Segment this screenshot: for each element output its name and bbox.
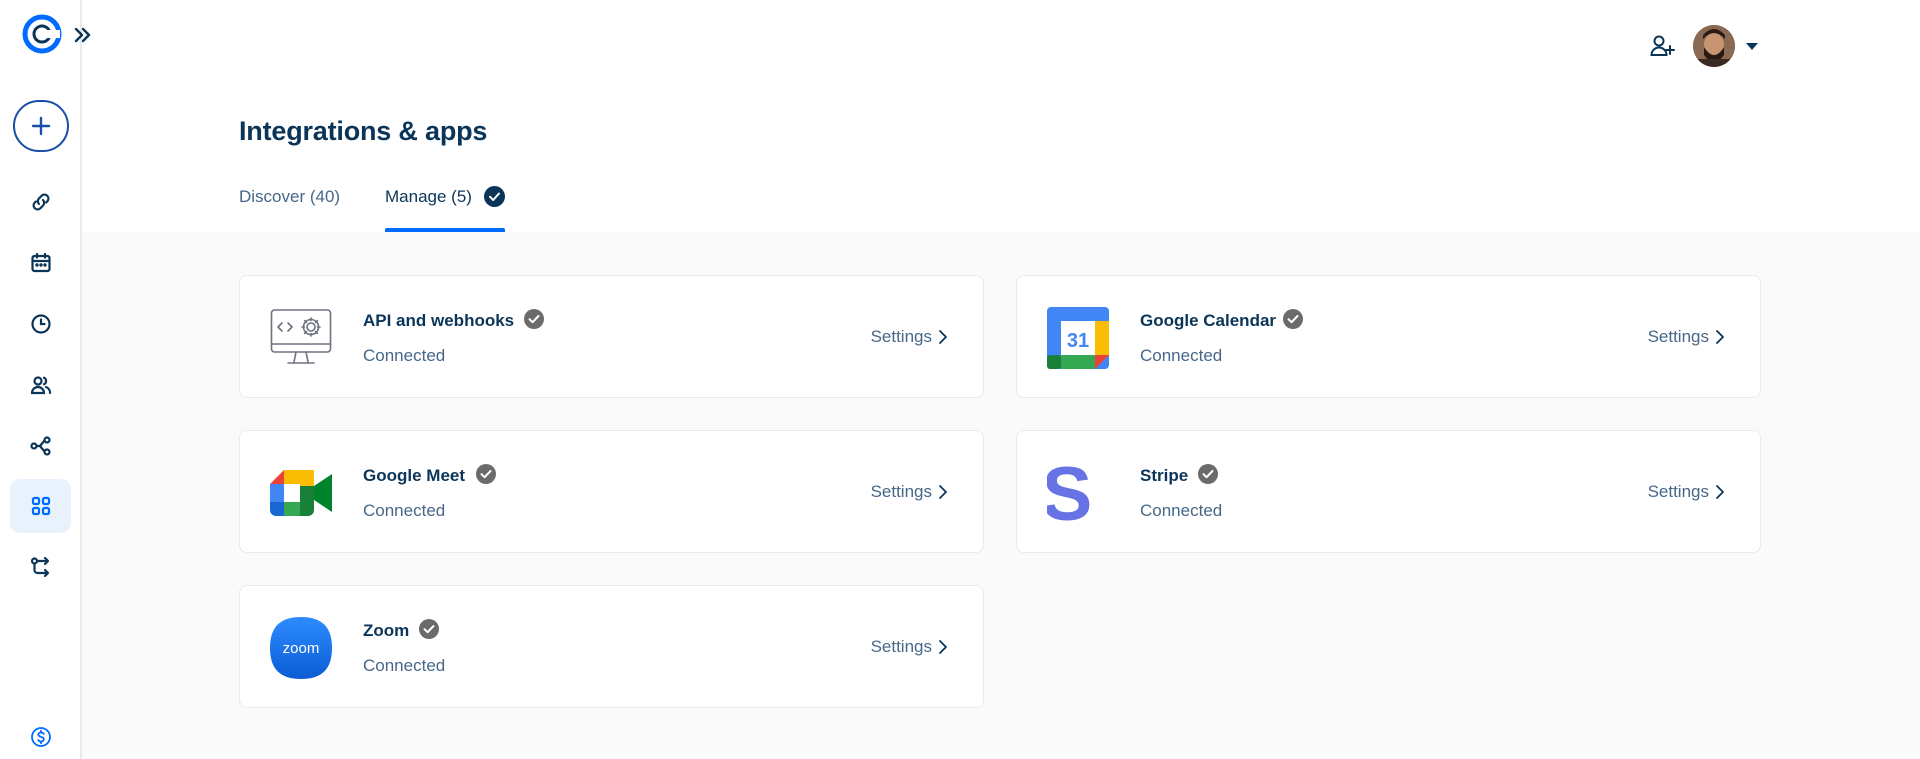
settings-link[interactable]: Settings (871, 327, 948, 347)
settings-link[interactable]: Settings (1648, 482, 1725, 502)
sidebar-item-integrations[interactable] (10, 479, 71, 533)
chevron-right-icon (939, 330, 947, 344)
settings-label: Settings (870, 637, 932, 656)
settings-link[interactable]: Settings (871, 637, 948, 657)
active-tab-indicator (385, 228, 505, 232)
integration-card-stripe[interactable]: S Stripe Connected Settings (1016, 430, 1761, 553)
sidebar-item-billing[interactable] (10, 710, 71, 759)
page-title: Integrations & apps (239, 116, 488, 146)
sidebar-item-meetings[interactable] (10, 236, 71, 290)
sidebar-item-availability[interactable] (10, 297, 71, 351)
integration-card-zoom[interactable]: zoom Zoom Connected Settings (239, 585, 984, 708)
calendar-icon (30, 252, 51, 273)
plus-icon (31, 116, 51, 136)
link-icon (32, 193, 49, 211)
integration-status: Connected (363, 656, 446, 675)
verified-check-icon (419, 619, 439, 639)
verified-check-icon (524, 309, 544, 329)
integration-name: Stripe (1140, 466, 1189, 485)
chevron-right-icon (1716, 485, 1724, 499)
integration-card-google-calendar[interactable]: 31 Google Calendar Connected Settings (1016, 275, 1761, 398)
settings-label: Settings (870, 327, 932, 346)
integration-status: Connected (1140, 346, 1223, 365)
create-button[interactable] (13, 100, 69, 152)
sidebar-item-routing[interactable] (10, 540, 71, 594)
calendar-date-text: 31 (1067, 330, 1089, 352)
sidebar (0, 0, 82, 759)
tab-manage[interactable]: Manage (5) (385, 187, 472, 207)
integration-name: Google Calendar (1140, 311, 1277, 330)
zoom-icon: zoom (270, 617, 332, 679)
tab-discover[interactable]: Discover (40) (239, 187, 340, 207)
stripe-letter: S (1047, 462, 1092, 524)
integration-name: API and webhooks (363, 311, 515, 330)
user-photo-icon (1693, 25, 1735, 67)
integration-status: Connected (363, 501, 446, 520)
sidebar-item-workflows[interactable] (10, 419, 71, 473)
workflow-icon (29, 436, 51, 456)
settings-label: Settings (1647, 482, 1709, 501)
check-circle-icon (484, 186, 505, 207)
verified-check-icon (476, 464, 496, 484)
apps-grid-icon (31, 496, 50, 516)
verified-check-icon (1283, 309, 1303, 329)
sidebar-item-scheduling[interactable] (10, 175, 71, 229)
chevron-down-icon[interactable] (1745, 40, 1759, 52)
settings-label: Settings (870, 482, 932, 501)
settings-link[interactable]: Settings (1648, 327, 1725, 347)
integration-status: Connected (1140, 501, 1223, 520)
avatar[interactable] (1693, 25, 1735, 67)
settings-label: Settings (1647, 327, 1709, 346)
zoom-wordmark: zoom (283, 640, 320, 657)
chevron-right-icon (1716, 330, 1724, 344)
people-icon (30, 376, 51, 395)
add-user-icon[interactable] (1648, 32, 1676, 60)
integration-name: Google Meet (363, 466, 466, 485)
integration-card-api-webhooks[interactable]: API and webhooks Connected Settings (239, 275, 984, 398)
routing-icon (30, 556, 49, 578)
chevron-right-icon (939, 485, 947, 499)
expand-sidebar-icon[interactable] (72, 24, 94, 46)
settings-link[interactable]: Settings (871, 482, 948, 502)
integration-card-google-meet[interactable]: Google Meet Connected Settings (239, 430, 984, 553)
chevron-right-icon (939, 640, 947, 654)
stripe-icon: S (1047, 462, 1092, 524)
dollar-icon (30, 727, 51, 747)
google-calendar-icon: 31 (1047, 307, 1109, 369)
calendly-logo-icon[interactable] (22, 14, 62, 54)
integration-name: Zoom (363, 621, 410, 640)
clock-icon (30, 314, 51, 334)
api-webhooks-icon (270, 309, 332, 364)
verified-check-icon (1198, 464, 1218, 484)
google-meet-icon (270, 470, 332, 516)
integration-status: Connected (363, 346, 446, 365)
sidebar-item-contacts[interactable] (10, 358, 71, 412)
